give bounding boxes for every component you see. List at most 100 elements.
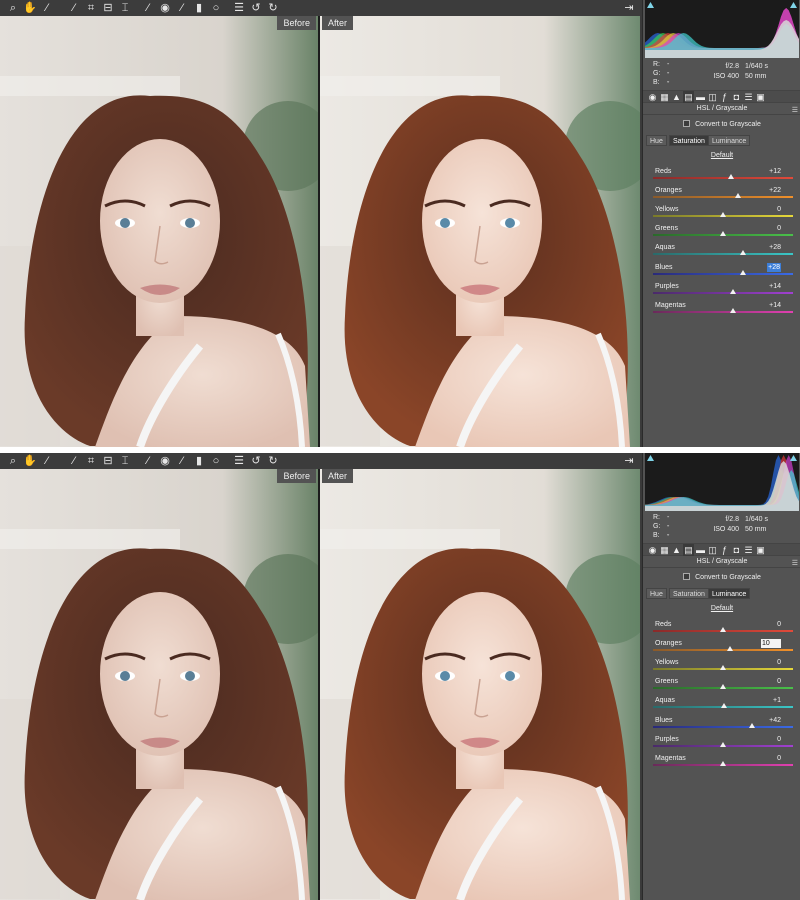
- camera-calibration-icon[interactable]: ◘: [731, 91, 742, 103]
- open-image-icon[interactable]: ⇥: [622, 454, 636, 468]
- slider-thumb[interactable]: [749, 722, 756, 728]
- slider-value[interactable]: +28: [767, 262, 781, 272]
- spot-removal-icon[interactable]: ⁄: [141, 1, 155, 15]
- slider-thumb[interactable]: [739, 269, 746, 275]
- default-link[interactable]: Default: [643, 152, 800, 159]
- checkbox-box[interactable]: [683, 120, 691, 127]
- slider-purples[interactable]: Purples +14: [653, 282, 793, 301]
- slider-reds[interactable]: Reds 0: [653, 620, 793, 639]
- slider-value[interactable]: +42: [769, 716, 781, 725]
- tab-hue[interactable]: Hue: [646, 588, 667, 599]
- slider-magentas[interactable]: Magentas 0: [653, 754, 793, 773]
- slider-aquas[interactable]: Aquas +28: [653, 243, 793, 262]
- slider-thumb[interactable]: [720, 212, 726, 218]
- lens-icon[interactable]: ◫: [707, 91, 718, 103]
- slider-track[interactable]: [653, 310, 793, 313]
- slider-thumb[interactable]: [727, 646, 733, 652]
- tab-saturation[interactable]: Saturation: [669, 135, 709, 146]
- snapshots-icon[interactable]: ▣: [755, 544, 766, 556]
- slider-thumb[interactable]: [720, 703, 727, 709]
- tab-luminance[interactable]: Luminance: [708, 588, 751, 599]
- slider-thumb[interactable]: [720, 231, 726, 237]
- slider-thumb[interactable]: [720, 684, 726, 690]
- shadow-clipping-warning-icon[interactable]: [647, 0, 654, 8]
- slider-thumb[interactable]: [739, 250, 746, 256]
- slider-value[interactable]: +14: [769, 301, 781, 310]
- radial-filter-icon[interactable]: ○: [209, 454, 223, 468]
- transform-icon[interactable]: ⌶: [118, 1, 132, 15]
- slider-thumb[interactable]: [735, 193, 742, 199]
- slider-value[interactable]: 0: [777, 620, 781, 629]
- slider-track[interactable]: [653, 291, 793, 294]
- convert-to-grayscale-checkbox[interactable]: Convert to Grayscale: [643, 119, 800, 131]
- panel-menu-icon[interactable]: ☰: [792, 105, 798, 117]
- basic-icon[interactable]: ◉: [647, 544, 658, 556]
- detail-icon[interactable]: ▲: [671, 544, 682, 556]
- presets-icon[interactable]: ☰: [743, 91, 754, 103]
- open-image-icon[interactable]: ⇥: [622, 1, 636, 15]
- slider-reds[interactable]: Reds +12: [653, 167, 793, 186]
- highlight-clipping-warning-icon[interactable]: [790, 0, 797, 8]
- rotate-left-icon[interactable]: ↺: [249, 454, 263, 468]
- slider-value[interactable]: +1: [773, 696, 781, 705]
- after-view[interactable]: After: [320, 469, 640, 900]
- hand-icon[interactable]: ✋: [23, 1, 37, 15]
- panel-menu-icon[interactable]: ☰: [792, 558, 798, 570]
- color-sampler-icon[interactable]: ⁄: [67, 454, 81, 468]
- graduated-filter-icon[interactable]: ▮: [192, 1, 206, 15]
- slider-track[interactable]: [653, 253, 793, 256]
- slider-thumb[interactable]: [729, 307, 736, 313]
- highlight-clipping-warning-icon[interactable]: [790, 453, 797, 461]
- convert-to-grayscale-checkbox[interactable]: Convert to Grayscale: [643, 572, 800, 584]
- slider-blues[interactable]: Blues +28: [653, 262, 793, 282]
- slider-thumb[interactable]: [720, 741, 726, 747]
- rotate-left-icon[interactable]: ↺: [249, 1, 263, 15]
- rotate-right-icon[interactable]: ↻: [266, 1, 280, 15]
- shadow-clipping-warning-icon[interactable]: [647, 453, 654, 461]
- slider-value[interactable]: 10: [761, 639, 781, 649]
- tab-luminance[interactable]: Luminance: [708, 135, 751, 146]
- effects-icon[interactable]: ƒ: [719, 91, 730, 103]
- effects-icon[interactable]: ƒ: [719, 544, 730, 556]
- lens-icon[interactable]: ◫: [707, 544, 718, 556]
- rotate-right-icon[interactable]: ↻: [266, 454, 280, 468]
- slider-greens[interactable]: Greens 0: [653, 224, 793, 243]
- slider-value[interactable]: 0: [777, 224, 781, 233]
- slider-track[interactable]: [653, 649, 793, 652]
- slider-track[interactable]: [653, 272, 793, 275]
- slider-value[interactable]: 0: [777, 735, 781, 744]
- zoom-icon[interactable]: ⌕: [6, 1, 20, 15]
- slider-yellows[interactable]: Yellows 0: [653, 205, 793, 224]
- transform-icon[interactable]: ⌶: [118, 454, 132, 468]
- before-view[interactable]: Before: [0, 16, 318, 447]
- presets-icon[interactable]: ☰: [743, 544, 754, 556]
- after-view[interactable]: After: [320, 16, 640, 447]
- split-toning-icon[interactable]: ▬: [695, 91, 706, 103]
- slider-value[interactable]: 0: [777, 658, 781, 667]
- slider-blues[interactable]: Blues +42: [653, 716, 793, 735]
- slider-value[interactable]: 0: [777, 677, 781, 686]
- slider-oranges[interactable]: Oranges +22: [653, 186, 793, 205]
- straighten-icon[interactable]: ⊟: [101, 454, 115, 468]
- white-balance-icon[interactable]: ⁄: [40, 454, 54, 468]
- checkbox-box[interactable]: [683, 573, 691, 580]
- hsl-icon[interactable]: ▤: [683, 91, 694, 103]
- red-eye-icon[interactable]: ◉: [158, 454, 172, 468]
- slider-greens[interactable]: Greens 0: [653, 677, 793, 696]
- straighten-icon[interactable]: ⊟: [101, 1, 115, 15]
- default-link[interactable]: Default: [643, 605, 800, 612]
- color-sampler-icon[interactable]: ⁄: [67, 1, 81, 15]
- zoom-icon[interactable]: ⌕: [6, 454, 20, 468]
- slider-aquas[interactable]: Aquas +1: [653, 696, 793, 715]
- slider-track[interactable]: [653, 177, 793, 179]
- preferences-icon[interactable]: ☰: [232, 454, 246, 468]
- hand-icon[interactable]: ✋: [23, 454, 37, 468]
- slider-value[interactable]: 0: [777, 205, 781, 214]
- slider-thumb[interactable]: [728, 174, 735, 179]
- slider-purples[interactable]: Purples 0: [653, 735, 793, 754]
- camera-calibration-icon[interactable]: ◘: [731, 544, 742, 556]
- before-view[interactable]: Before: [0, 469, 318, 900]
- crop-icon[interactable]: ⌗: [84, 454, 98, 468]
- slider-oranges[interactable]: Oranges 10: [653, 639, 793, 658]
- adjustment-brush-icon[interactable]: ⁄: [175, 454, 189, 468]
